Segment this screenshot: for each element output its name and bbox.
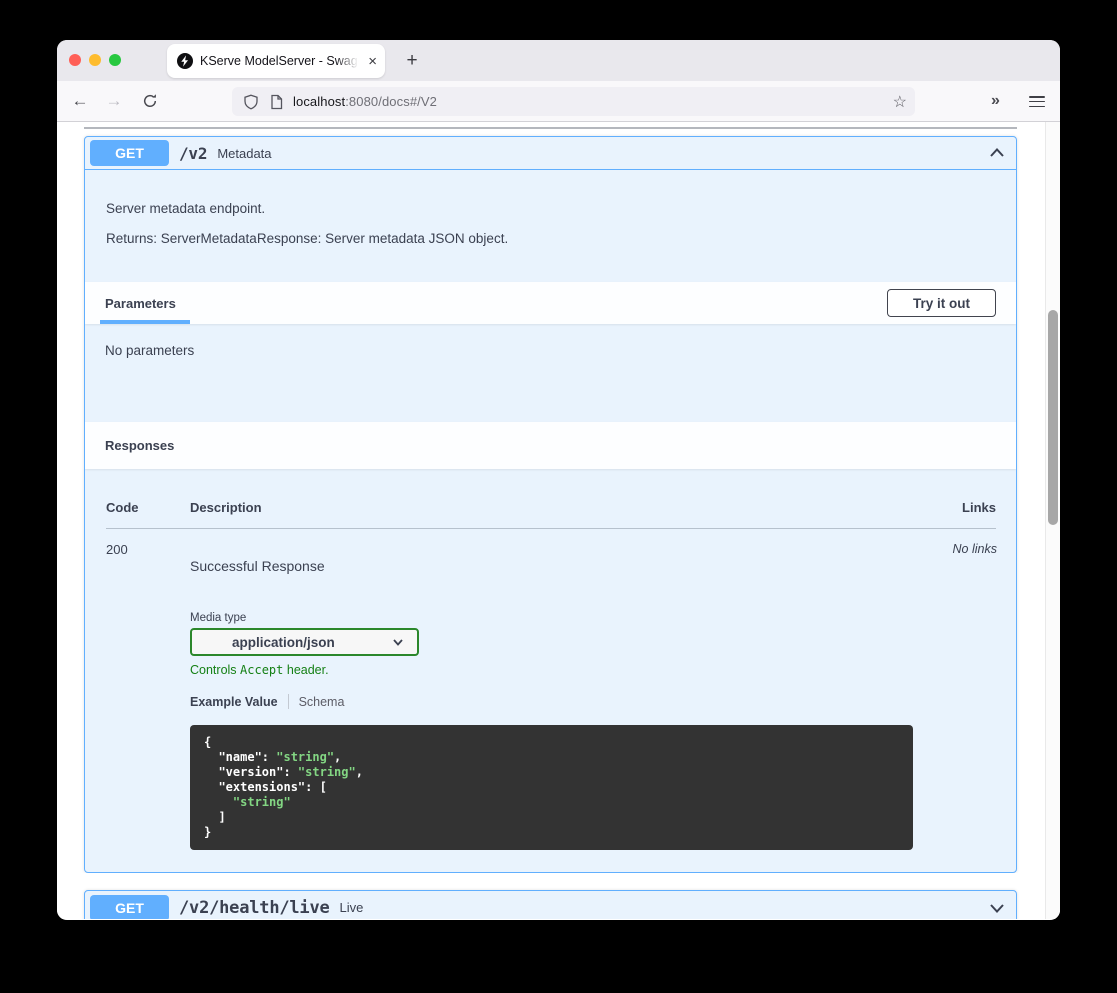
tab-example-value[interactable]: Example Value bbox=[190, 695, 278, 709]
no-parameters-text: No parameters bbox=[85, 324, 1016, 422]
endpoint-description: Server metadata endpoint. Returns: Serve… bbox=[85, 170, 1016, 282]
try-it-out-button[interactable]: Try it out bbox=[887, 289, 996, 317]
scrollbar-track[interactable] bbox=[1045, 122, 1060, 919]
reload-icon[interactable] bbox=[136, 93, 164, 109]
method-badge-get: GET bbox=[90, 140, 169, 166]
tag-section-divider bbox=[84, 127, 1017, 129]
opblock-get-v2-health-live: GET /v2/health/live Live bbox=[84, 890, 1017, 919]
opblock-summary[interactable]: GET /v2/health/live Live bbox=[85, 891, 1016, 919]
forward-icon: → bbox=[100, 91, 128, 111]
col-header-links: Links bbox=[912, 500, 996, 515]
back-icon[interactable]: ← bbox=[66, 91, 94, 111]
responses-title: Responses bbox=[105, 438, 174, 453]
page-content: GET /v2 Metadata Server metadata endpoin… bbox=[57, 122, 1060, 919]
method-badge-get: GET bbox=[90, 895, 169, 920]
response-row-200: 200 Successful Response Media type appli… bbox=[106, 529, 996, 872]
opblock-get-v2: GET /v2 Metadata Server metadata endpoin… bbox=[84, 136, 1017, 873]
browser-tab[interactable]: KServe ModelServer - Swagger × bbox=[167, 44, 385, 78]
new-tab-button[interactable]: + bbox=[399, 48, 425, 74]
hamburger-menu-icon[interactable] bbox=[1029, 96, 1045, 110]
scrollbar-thumb[interactable] bbox=[1048, 310, 1058, 525]
fastapi-favicon-icon bbox=[177, 53, 193, 69]
shield-icon[interactable] bbox=[243, 94, 259, 110]
url-bar[interactable]: localhost:8080/docs#/V2 ☆ bbox=[232, 87, 915, 116]
tab-title: KServe ModelServer - Swagger bbox=[200, 53, 364, 69]
expand-chevron-down-icon[interactable] bbox=[987, 898, 1007, 918]
media-type-value: application/json bbox=[232, 635, 335, 650]
opblock-gap bbox=[84, 873, 1017, 890]
toolbar-overflow-icon[interactable]: » bbox=[991, 92, 998, 110]
endpoint-summary: Live bbox=[340, 900, 364, 915]
response-description: Successful Response bbox=[190, 558, 913, 574]
opblock-summary[interactable]: GET /v2 Metadata bbox=[85, 137, 1016, 170]
tab-separator bbox=[288, 694, 289, 709]
parameters-header: Parameters Try it out bbox=[85, 282, 1016, 324]
example-tabs: Example Value Schema bbox=[190, 694, 913, 709]
col-header-description: Description bbox=[190, 500, 912, 515]
media-type-select[interactable]: application/json bbox=[190, 628, 419, 656]
endpoint-path: /v2/health/live bbox=[179, 898, 330, 918]
tab-schema[interactable]: Schema bbox=[299, 695, 345, 709]
bookmark-star-icon[interactable]: ☆ bbox=[893, 92, 907, 112]
description-line: Returns: ServerMetadataResponse: Server … bbox=[106, 231, 995, 246]
browser-toolbar: ← → localhost:8080/docs#/V2 ☆ » bbox=[57, 81, 1060, 122]
endpoint-path: /v2 bbox=[179, 144, 207, 163]
parameters-title: Parameters bbox=[105, 282, 176, 324]
window-minimize-button[interactable] bbox=[89, 54, 101, 66]
responses-table: Code Description Links 200 Successful Re… bbox=[85, 469, 1016, 872]
page-info-icon[interactable] bbox=[269, 94, 284, 110]
window-close-button[interactable] bbox=[69, 54, 81, 66]
media-type-label: Media type bbox=[190, 612, 913, 624]
response-links: No links bbox=[913, 542, 997, 872]
endpoint-summary: Metadata bbox=[217, 146, 271, 161]
traffic-lights bbox=[69, 54, 121, 66]
tab-bar: KServe ModelServer - Swagger × + bbox=[57, 40, 1060, 81]
response-code: 200 bbox=[106, 542, 190, 872]
window-zoom-button[interactable] bbox=[109, 54, 121, 66]
example-code[interactable]: { "name": "string", "version": "string",… bbox=[190, 725, 913, 850]
select-chevron-down-icon bbox=[391, 635, 405, 649]
responses-table-head: Code Description Links bbox=[106, 469, 996, 529]
controls-accept-note: Controls Accept header. bbox=[190, 663, 913, 677]
col-header-code: Code bbox=[106, 500, 190, 515]
tab-close-icon[interactable]: × bbox=[368, 54, 377, 69]
description-line: Server metadata endpoint. bbox=[106, 201, 995, 216]
responses-header: Responses bbox=[85, 422, 1016, 469]
url-text: localhost:8080/docs#/V2 bbox=[293, 94, 437, 109]
collapse-chevron-up-icon[interactable] bbox=[987, 143, 1007, 163]
browser-window: KServe ModelServer - Swagger × + ← → loc… bbox=[57, 40, 1060, 920]
